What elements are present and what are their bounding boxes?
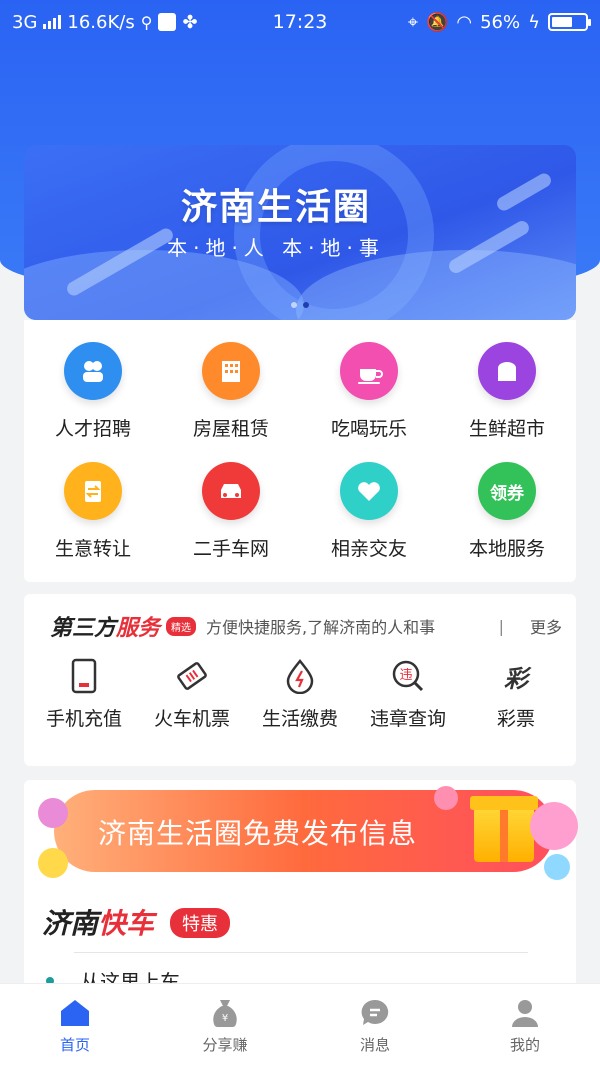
service-utility-payment[interactable]: 生活缴费 bbox=[246, 658, 354, 731]
coffee-cup-icon bbox=[340, 342, 398, 400]
category-dating[interactable]: 相亲交友 bbox=[300, 462, 438, 582]
service-train-flight[interactable]: 火车机票 bbox=[138, 658, 246, 731]
phone-icon bbox=[66, 658, 102, 694]
bottom-tab-bar: 首页 ¥ 分享赚 消息 我的 bbox=[0, 983, 600, 1067]
third-party-services: 第三方服务 精选 方便快捷服务,了解济南的人和事 | 更多 手机充值 火车机票 … bbox=[24, 594, 576, 766]
heart-icon bbox=[340, 462, 398, 520]
status-bar: 3G 16.6K/s ⚲ ✤ 17:23 ⌖ 🔕 ◠ 56% ϟ bbox=[0, 0, 600, 44]
divider: | bbox=[498, 616, 504, 636]
user-icon bbox=[508, 996, 542, 1030]
category-business-transfer[interactable]: 生意转让 bbox=[24, 462, 162, 582]
message-icon bbox=[358, 996, 392, 1030]
free-publish-banner[interactable]: 济南生活圈免费发布信息 bbox=[38, 786, 578, 880]
car-icon bbox=[202, 462, 260, 520]
category-house-rental[interactable]: 房屋租赁 bbox=[162, 342, 300, 462]
balloon-icon bbox=[434, 786, 458, 810]
services-title: 第三方服务 bbox=[50, 616, 161, 641]
wifi-icon: ◠ bbox=[456, 11, 473, 33]
bread-icon bbox=[478, 342, 536, 400]
divider bbox=[74, 952, 528, 953]
gift-box-icon bbox=[470, 796, 538, 862]
status-time: 17:23 bbox=[272, 11, 328, 33]
battery-icon bbox=[548, 13, 591, 31]
svg-text:违: 违 bbox=[399, 668, 412, 683]
category-used-cars[interactable]: 二手车网 bbox=[162, 462, 300, 582]
balloon-icon bbox=[544, 854, 570, 880]
service-violation-query[interactable]: 违 违章查询 bbox=[354, 658, 462, 731]
featured-badge: 精选 bbox=[166, 616, 197, 636]
charging-icon: ϟ bbox=[528, 11, 540, 33]
transfer-doc-icon bbox=[64, 462, 122, 520]
power-drop-icon bbox=[282, 658, 318, 694]
category-food-fun[interactable]: 吃喝玩乐 bbox=[300, 342, 438, 462]
coupon-icon: 领券 bbox=[478, 462, 536, 520]
money-bag-icon: ¥ bbox=[208, 996, 242, 1030]
carousel-dots bbox=[24, 302, 576, 308]
category-local-services[interactable]: 领券 本地服务 bbox=[438, 462, 576, 582]
more-link[interactable]: 更多 bbox=[530, 614, 562, 638]
special-offer-badge: 特惠 bbox=[170, 908, 230, 938]
balloon-icon bbox=[38, 798, 68, 828]
services-description: 方便快捷服务,了解济南的人和事 bbox=[206, 618, 436, 637]
svg-text:¥: ¥ bbox=[222, 1013, 228, 1024]
network-speed: 16.6K/s bbox=[67, 11, 135, 33]
category-talent-recruitment[interactable]: 人才招聘 bbox=[24, 342, 162, 462]
banner-subtitle: 本·地·人 本·地·事 bbox=[167, 236, 385, 260]
network-type: 3G bbox=[12, 11, 38, 33]
ticket-icon bbox=[174, 658, 210, 694]
location-icon: ⌖ bbox=[407, 11, 418, 33]
tab-messages[interactable]: 消息 bbox=[300, 984, 450, 1067]
category-grid: 人才招聘 房屋租赁 吃喝玩乐 生鲜超市 生意转让 二手车网 相亲交友 领券 本地… bbox=[24, 320, 576, 582]
fan-icon: ✤ bbox=[182, 11, 198, 33]
building-icon bbox=[202, 342, 260, 400]
banner-title: 济南生活圈 bbox=[180, 187, 371, 228]
tab-mine[interactable]: 我的 bbox=[450, 984, 600, 1067]
express-title: 济南快车 bbox=[42, 907, 155, 940]
mute-icon: 🔕 bbox=[425, 11, 449, 33]
balloon-icon bbox=[38, 848, 68, 878]
service-phone-recharge[interactable]: 手机充值 bbox=[30, 658, 138, 731]
category-fresh-market[interactable]: 生鲜超市 bbox=[438, 342, 576, 462]
balloon-icon bbox=[530, 802, 578, 850]
home-icon bbox=[58, 996, 92, 1030]
tab-home[interactable]: 首页 bbox=[0, 984, 150, 1067]
signal-icon bbox=[43, 15, 62, 29]
talent-icon bbox=[64, 342, 122, 400]
lottery-icon: 彩 bbox=[504, 664, 528, 693]
battery-percent: 56% bbox=[480, 11, 521, 33]
violation-search-icon: 违 bbox=[390, 658, 426, 694]
service-lottery[interactable]: 彩 彩票 bbox=[462, 658, 570, 731]
tab-share-earn[interactable]: ¥ 分享赚 bbox=[150, 984, 300, 1067]
usb-icon: ⚲ bbox=[140, 12, 153, 32]
app-notification-icon bbox=[158, 13, 177, 31]
promo-text: 济南生活圈免费发布信息 bbox=[98, 817, 418, 850]
